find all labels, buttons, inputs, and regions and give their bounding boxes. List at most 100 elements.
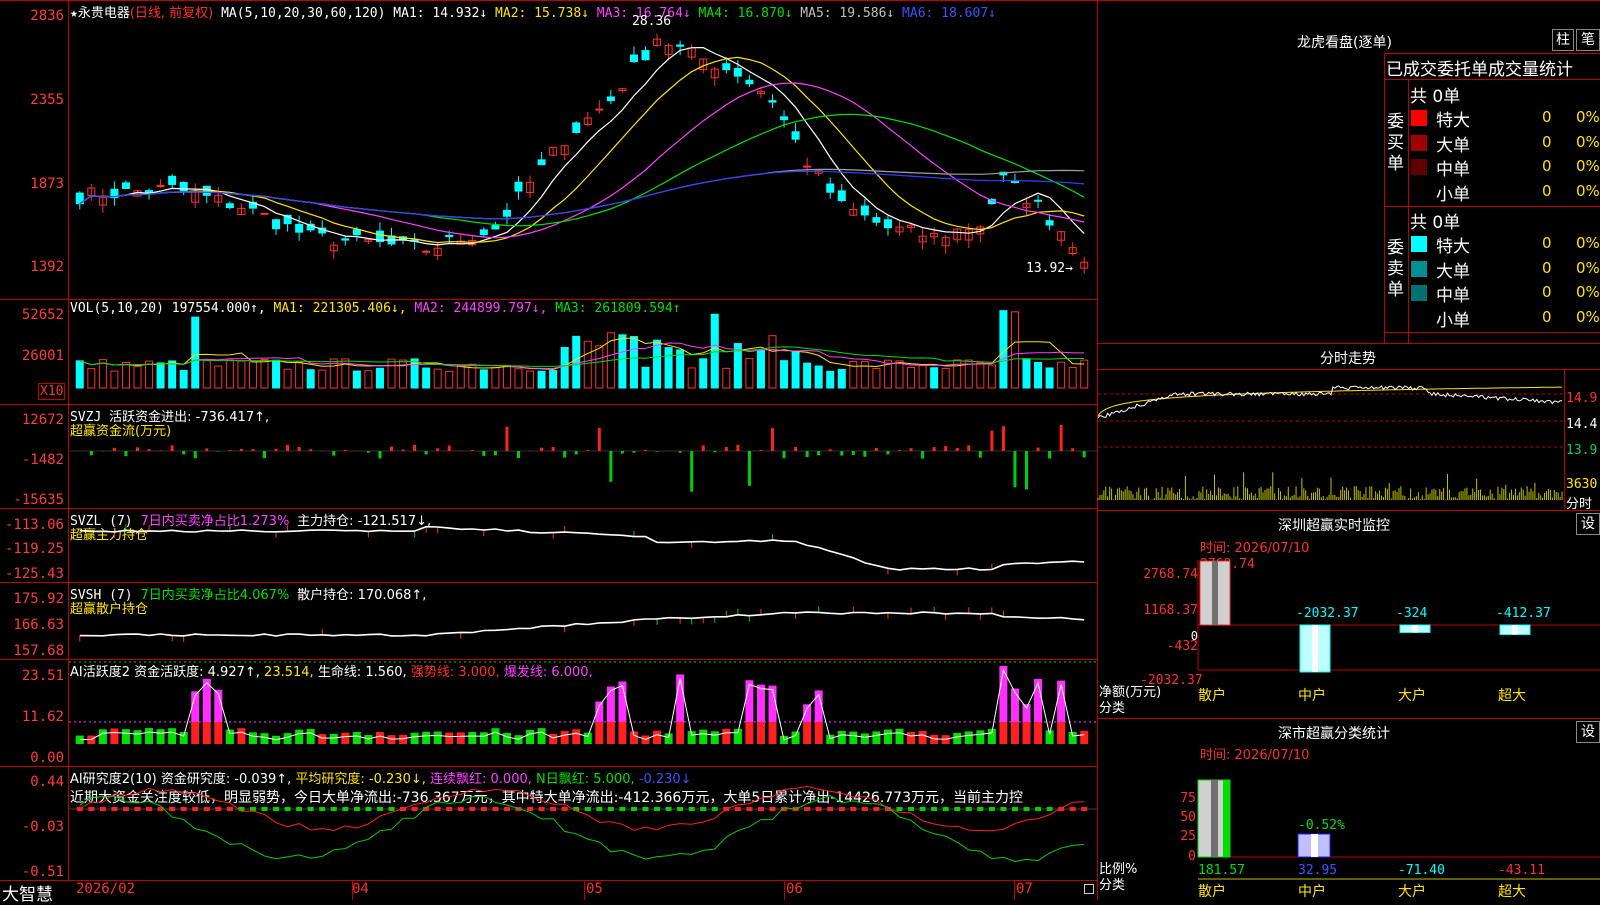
- research-bar: [827, 807, 833, 811]
- volume-bar: [815, 366, 822, 388]
- svzj-bar: [517, 451, 520, 458]
- svzj-bar: [1060, 425, 1063, 451]
- ai-active-bar: [1011, 722, 1019, 744]
- ai-active-bar: [976, 730, 984, 744]
- research-bar: [331, 807, 337, 811]
- ai-active-bar: [191, 722, 199, 744]
- class-chart[interactable]: -0.52%181.5732.95-71.40-43.11散户中户大户超大: [1098, 740, 1600, 900]
- ai-active-top-bar: [607, 687, 615, 722]
- svzj-bar: [402, 450, 405, 451]
- sell-row-count: 0: [1542, 283, 1552, 301]
- lock-icon[interactable]: [1084, 884, 1094, 894]
- volume-bar: [792, 351, 799, 388]
- price-candle: [861, 206, 868, 215]
- svzj-bar: [182, 451, 185, 454]
- svzj-bar: [205, 448, 208, 451]
- svzj-bar: [771, 428, 774, 451]
- volume-bar: [492, 367, 499, 388]
- sell-row-pct: 0%: [1576, 283, 1600, 301]
- volume-bar: [838, 369, 845, 388]
- ma20-line: [80, 83, 1084, 238]
- buy-row-count: 0: [1542, 108, 1552, 126]
- monitor-chart[interactable]: -2032.37-324-412.37散户中户大户超大: [1098, 530, 1600, 720]
- volume-bar: [457, 365, 464, 388]
- monitor-category-label: 中户: [1298, 687, 1326, 704]
- volume-bar: [388, 359, 395, 388]
- date-label-2: 05: [586, 881, 603, 897]
- ai-active-bar: [261, 733, 269, 744]
- volume-bar: [942, 368, 949, 388]
- svzl-chart[interactable]: [0, 509, 1097, 582]
- volume-bar: [677, 350, 684, 388]
- svzj-bar: [748, 451, 751, 486]
- svzj-bar: [829, 449, 832, 451]
- volume-chart[interactable]: [0, 300, 1097, 404]
- svzj-chart[interactable]: [0, 405, 1097, 508]
- research-bar: [943, 807, 949, 811]
- price-candle: [642, 51, 649, 60]
- ai-research-chart[interactable]: [0, 767, 1097, 880]
- price-candle: [503, 210, 510, 216]
- intraday-chart[interactable]: [1098, 370, 1564, 510]
- research-green-line: [80, 796, 1084, 862]
- svzj-bar: [921, 451, 924, 458]
- research-bar: [897, 807, 903, 811]
- research-bar: [377, 807, 383, 811]
- research-bar: [862, 807, 868, 811]
- svzj-bar: [806, 451, 809, 457]
- stat-mid-divider: [1384, 206, 1600, 207]
- ai-active-bar: [538, 728, 546, 744]
- ai-active-bar: [861, 733, 869, 744]
- svzj-bar: [598, 428, 601, 451]
- svzj-bar: [632, 451, 635, 453]
- svzj-bar: [852, 451, 855, 455]
- research-bar: [954, 807, 960, 811]
- volume-bar: [977, 363, 984, 388]
- bar-mode-button[interactable]: 柱: [1552, 29, 1574, 51]
- brand-logo[interactable]: 大智慧: [2, 880, 53, 905]
- svzj-bar: [898, 450, 901, 451]
- research-bar: [111, 807, 117, 811]
- ai-active-bar: [330, 734, 338, 744]
- volume-bar: [503, 365, 510, 388]
- date-divider: [784, 881, 785, 900]
- price-chart[interactable]: [0, 0, 1097, 299]
- svzj-bar: [378, 451, 381, 458]
- price-candle: [157, 185, 164, 186]
- research-bar: [88, 807, 94, 811]
- ai-active-chart[interactable]: [0, 660, 1097, 766]
- sell-row-name: 特大: [1436, 232, 1470, 257]
- ai-active-bar: [607, 722, 615, 744]
- price-candle: [792, 132, 799, 139]
- stat-left-border: [1384, 53, 1385, 343]
- ai-active-bar: [110, 728, 118, 744]
- research-bar: [181, 807, 187, 811]
- svzj-bar: [1048, 451, 1051, 459]
- research-bar: [666, 807, 672, 811]
- stat-bottom-border: [1384, 332, 1600, 333]
- monitor-bar-highlight: [1312, 625, 1318, 672]
- tick-mode-button[interactable]: 笔: [1576, 29, 1600, 51]
- svsh-chart[interactable]: [0, 583, 1097, 659]
- class-category-label: 中户: [1298, 883, 1326, 900]
- ai-active-bar: [318, 734, 326, 744]
- ma30-line: [80, 114, 1084, 226]
- volume-bar: [654, 340, 661, 388]
- research-bar: [631, 807, 637, 811]
- research-bar: [654, 807, 660, 811]
- price-candle: [353, 230, 360, 235]
- volume-bar: [1069, 367, 1076, 388]
- ai-active-top-bar: [676, 674, 684, 722]
- research-bar: [746, 807, 752, 811]
- research-bar: [296, 807, 302, 811]
- svzj-bar: [817, 451, 820, 455]
- price-candle: [122, 183, 129, 189]
- volume-bar: [1035, 362, 1042, 388]
- volume-bar: [203, 361, 210, 388]
- svzj-bar: [621, 451, 624, 454]
- ai-active-bar: [1057, 722, 1065, 744]
- svzj-bar: [263, 451, 266, 458]
- research-bar: [816, 807, 822, 811]
- ai-active-bar: [722, 729, 730, 744]
- price-candle: [1046, 221, 1053, 225]
